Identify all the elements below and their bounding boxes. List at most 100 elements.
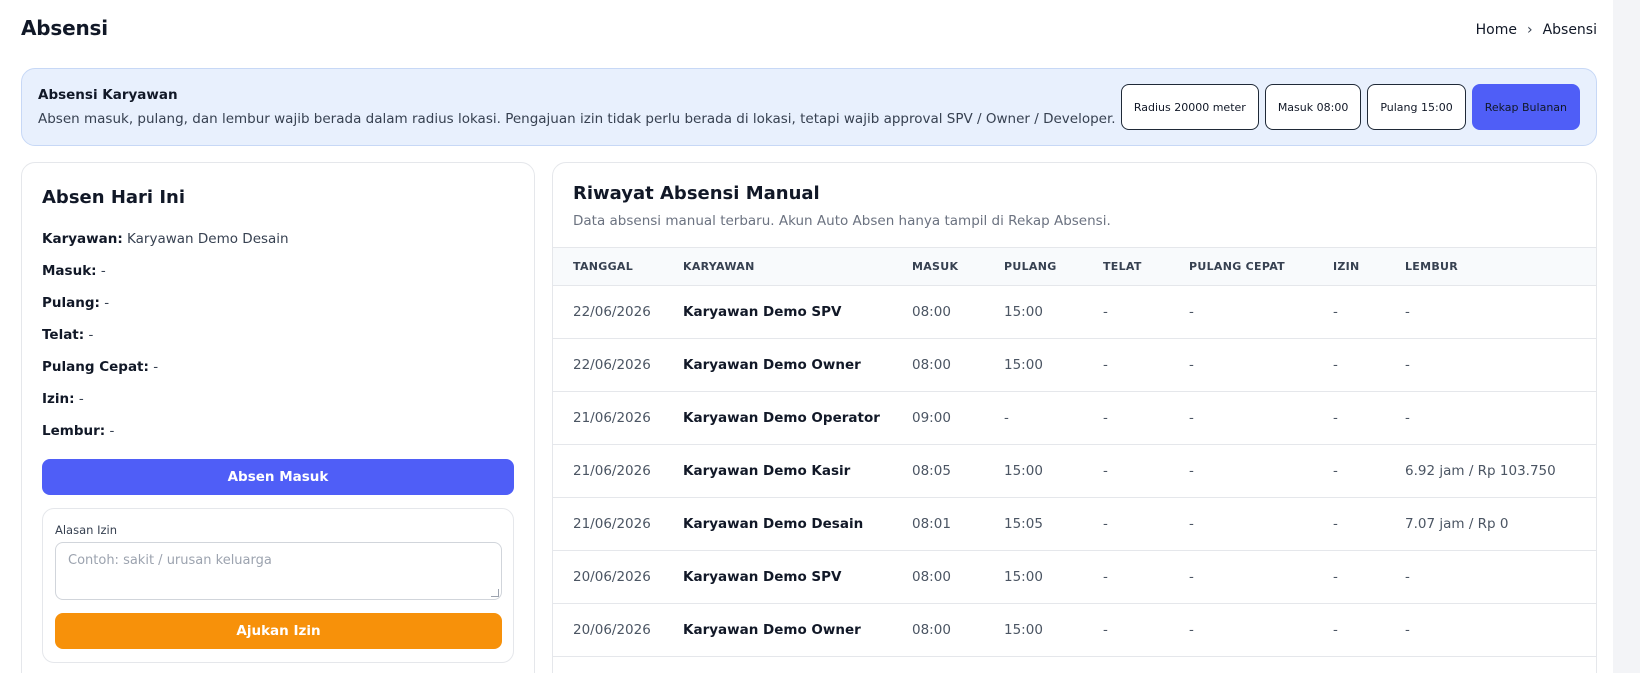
- cell-lembur: -: [1405, 550, 1596, 604]
- cell-masuk: 08:00: [912, 603, 1004, 657]
- cell-telat: -: [1103, 497, 1189, 551]
- chevron-right-icon: ›: [1526, 22, 1533, 38]
- today-fields: Karyawan: Karyawan Demo Desain Masuk: - …: [42, 229, 289, 453]
- cell-masuk: 08:00: [912, 338, 1004, 392]
- cell-telat: -: [1103, 338, 1189, 392]
- izin-label: Alasan Izin: [55, 523, 118, 537]
- table-row[interactable]: 21/06/2026 Karyawan Demo Kasir 08:05 15:00-…: [553, 444, 1596, 498]
- table-row[interactable]: 21/06/2026 Karyawan Demo Operator 09:00- - -…: [553, 391, 1596, 445]
- col-pulang: PULANG: [1004, 247, 1103, 286]
- cell-telat: -: [1103, 391, 1189, 445]
- page-title: Absensi: [21, 16, 108, 40]
- col-lembur: LEMBUR: [1405, 247, 1596, 286]
- field-izin: Izin: -: [42, 391, 84, 407]
- cell-tanggal: 20/06/2026: [553, 603, 683, 657]
- cell-izin: -: [1333, 550, 1405, 604]
- absen-masuk-button[interactable]: Absen Masuk: [42, 459, 514, 495]
- cell-pulang-cepat: -: [1189, 550, 1333, 604]
- info-actions: Radius 20000 meter Masuk 08:00 Pulang 15…: [1120, 84, 1580, 130]
- cell-masuk: 09:00: [912, 391, 1004, 445]
- cell-pulang: 15:00: [1004, 550, 1103, 604]
- field-pulang-cepat: Pulang Cepat: -: [42, 359, 159, 375]
- breadcrumb: Home › Absensi: [1476, 22, 1597, 38]
- table-row[interactable]: 20/06/2026 Karyawan Demo Owner 08:00 15:00-…: [553, 603, 1596, 657]
- cell-pulang: 15:00: [1004, 338, 1103, 392]
- history-table: TANGGAL KARYAWAN MASUK PULANG TELAT PULA…: [553, 247, 1596, 657]
- cell-karyawan: Karyawan Demo SPV: [683, 285, 912, 339]
- cell-telat: -: [1103, 603, 1189, 657]
- table-row[interactable]: 20/06/2026 Karyawan Demo SPV 08:00 15:00- - -…: [553, 550, 1596, 604]
- table-row[interactable]: 22/06/2026 Karyawan Demo SPV 08:00 15:00- - -…: [553, 285, 1596, 339]
- masuk-time-badge[interactable]: Masuk 08:00: [1264, 84, 1362, 130]
- cell-masuk: 08:00: [912, 285, 1004, 339]
- field-pulang: Pulang: -: [42, 295, 110, 311]
- izin-form: Alasan Izin Contoh: sakit / urusan kelua…: [42, 508, 514, 663]
- table-row[interactable]: 22/06/2026 Karyawan Demo Owner 08:00 15:00-…: [553, 338, 1596, 392]
- cell-karyawan: Karyawan Demo Desain: [683, 497, 912, 551]
- cell-lembur: 6.92 jam / Rp 103.750: [1405, 444, 1596, 498]
- table-header-row: TANGGAL KARYAWAN MASUK PULANG TELAT PULA…: [553, 247, 1596, 286]
- cell-pulang-cepat: -: [1189, 444, 1333, 498]
- rekap-bulanan-button[interactable]: Rekap Bulanan: [1471, 84, 1580, 130]
- cell-tanggal: 21/06/2026: [553, 444, 683, 498]
- cell-lembur: -: [1405, 338, 1596, 392]
- cell-izin: -: [1333, 444, 1405, 498]
- info-description: Absen masuk, pulang, dan lembur wajib be…: [38, 111, 1116, 127]
- col-izin: IZIN: [1333, 247, 1405, 286]
- table-row[interactable]: 21/06/2026 Karyawan Demo Desain 08:01 15:05…: [553, 497, 1596, 551]
- cell-masuk: 08:05: [912, 444, 1004, 498]
- cell-masuk: 08:00: [912, 550, 1004, 604]
- cell-telat: -: [1103, 444, 1189, 498]
- cell-pulang-cepat: -: [1189, 391, 1333, 445]
- cell-lembur: -: [1405, 391, 1596, 445]
- cell-izin: -: [1333, 497, 1405, 551]
- breadcrumb-current: Absensi: [1542, 22, 1597, 38]
- cell-tanggal: 21/06/2026: [553, 391, 683, 445]
- breadcrumb-home[interactable]: Home: [1476, 22, 1517, 38]
- cell-lembur: -: [1405, 603, 1596, 657]
- history-title: Riwayat Absensi Manual: [573, 183, 820, 204]
- cell-karyawan: Karyawan Demo Operator: [683, 391, 912, 445]
- page: Absensi Home › Absensi Absensi Karyawan …: [0, 0, 1613, 673]
- cell-pulang: 15:00: [1004, 603, 1103, 657]
- page-header: Absensi Home › Absensi: [21, 16, 1597, 46]
- info-banner: Absensi Karyawan Absen masuk, pulang, da…: [21, 68, 1597, 146]
- cell-tanggal: 21/06/2026: [553, 497, 683, 551]
- cell-tanggal: 22/06/2026: [553, 338, 683, 392]
- radius-badge[interactable]: Radius 20000 meter: [1120, 84, 1259, 130]
- cell-pulang-cepat: -: [1189, 603, 1333, 657]
- cell-telat: -: [1103, 550, 1189, 604]
- cell-pulang: -: [1004, 391, 1103, 445]
- col-pulang-cepat: PULANG CEPAT: [1189, 247, 1333, 286]
- page-gutter: [1613, 0, 1640, 673]
- cell-karyawan: Karyawan Demo Kasir: [683, 444, 912, 498]
- history-subtitle: Data absensi manual terbaru. Akun Auto A…: [573, 213, 1111, 229]
- cell-izin: -: [1333, 603, 1405, 657]
- col-karyawan: KARYAWAN: [683, 247, 912, 286]
- cell-pulang: 15:00: [1004, 444, 1103, 498]
- cell-karyawan: Karyawan Demo Owner: [683, 603, 912, 657]
- field-karyawan: Karyawan: Karyawan Demo Desain: [42, 231, 289, 247]
- today-title: Absen Hari Ini: [42, 187, 186, 208]
- history-card: Riwayat Absensi Manual Data absensi manu…: [552, 162, 1597, 673]
- cell-lembur: -: [1405, 285, 1596, 339]
- cell-pulang-cepat: -: [1189, 338, 1333, 392]
- col-telat: TELAT: [1103, 247, 1189, 286]
- pulang-time-badge[interactable]: Pulang 15:00: [1367, 84, 1466, 130]
- cell-karyawan: Karyawan Demo SPV: [683, 550, 912, 604]
- cell-pulang: 15:00: [1004, 285, 1103, 339]
- cell-izin: -: [1333, 285, 1405, 339]
- cell-pulang-cepat: -: [1189, 285, 1333, 339]
- cell-pulang-cepat: -: [1189, 497, 1333, 551]
- cell-izin: -: [1333, 338, 1405, 392]
- col-tanggal: TANGGAL: [553, 247, 683, 286]
- field-masuk: Masuk: -: [42, 263, 106, 279]
- resize-grip-icon[interactable]: [491, 589, 499, 597]
- cell-lembur: 7.07 jam / Rp 0: [1405, 497, 1596, 551]
- field-telat: Telat: -: [42, 327, 94, 343]
- izin-reason-input[interactable]: Contoh: sakit / urusan keluarga: [55, 542, 502, 600]
- cell-tanggal: 22/06/2026: [553, 285, 683, 339]
- cell-pulang: 15:05: [1004, 497, 1103, 551]
- cell-masuk: 08:01: [912, 497, 1004, 551]
- ajukan-izin-button[interactable]: Ajukan Izin: [55, 613, 502, 649]
